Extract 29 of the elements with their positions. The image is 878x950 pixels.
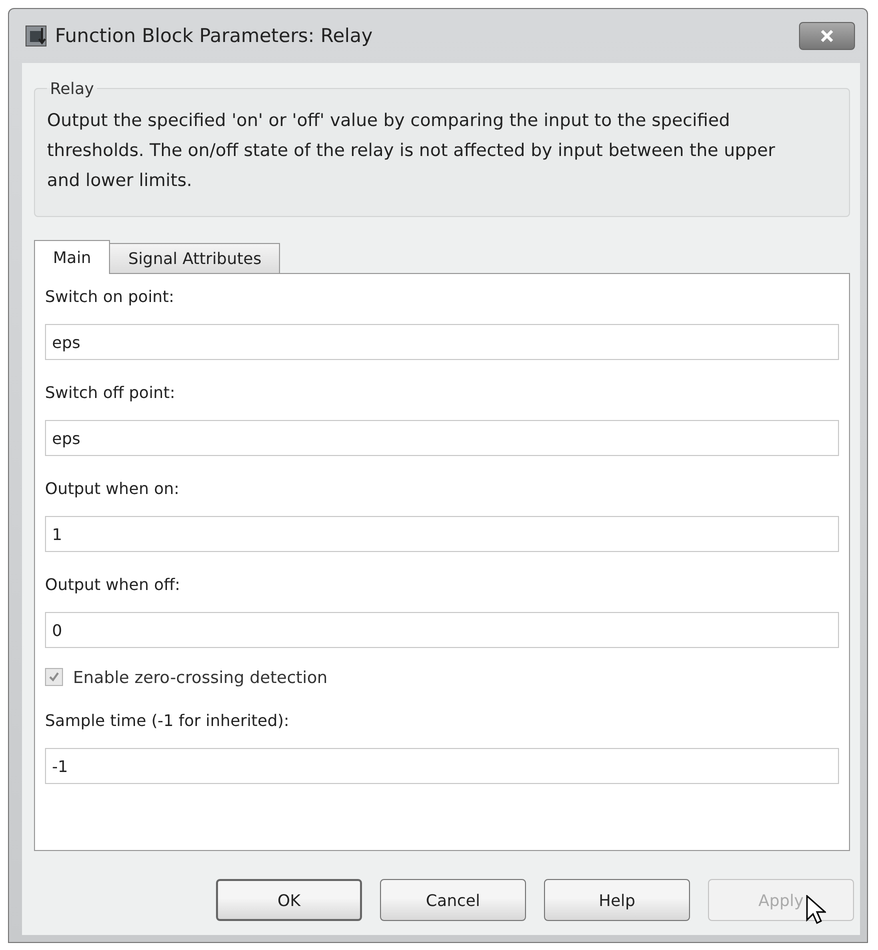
check-icon [48, 671, 60, 683]
input-field[interactable]: 0 [45, 612, 839, 648]
field-label: Sample time (-1 for inherited): [45, 710, 290, 732]
tab[interactable]: Main [34, 240, 110, 274]
field-label: Output when on: [45, 478, 180, 500]
dialog-button[interactable]: Help [544, 879, 690, 921]
field-value: 0 [52, 620, 62, 640]
block-icon [25, 25, 47, 47]
field-label: Switch on point: [45, 286, 176, 308]
description-text: Output the specified 'on' or 'off' value by comparing the input to the specified thresholds. The on/off state of the relay is not affected by input between the upper and lower limits. [47, 110, 776, 193]
field-label: Output when off: [45, 574, 182, 596]
input-field[interactable]: eps [45, 324, 839, 360]
input-field[interactable]: eps [45, 420, 839, 456]
input-field[interactable]: 1 [45, 516, 839, 552]
close-button[interactable] [799, 22, 855, 50]
field-value: eps [52, 332, 80, 352]
input-field[interactable]: -1 [45, 748, 839, 784]
tab[interactable]: Signal Attributes [109, 243, 280, 273]
group-title: Relay [49, 79, 95, 98]
field-value: eps [52, 428, 80, 448]
dialog-button[interactable]: Cancel [380, 879, 526, 921]
mouse-pointer-icon [806, 895, 826, 925]
field-label: Switch off point: [45, 382, 176, 404]
field-value: -1 [52, 756, 68, 776]
dialog-button[interactable]: OK [216, 879, 362, 921]
close-icon [819, 30, 835, 42]
field-value: 1 [52, 524, 62, 544]
checkbox-label: Enable zero-crossing detection [73, 668, 328, 686]
window-title: Function Block Parameters: Relay [55, 25, 373, 47]
